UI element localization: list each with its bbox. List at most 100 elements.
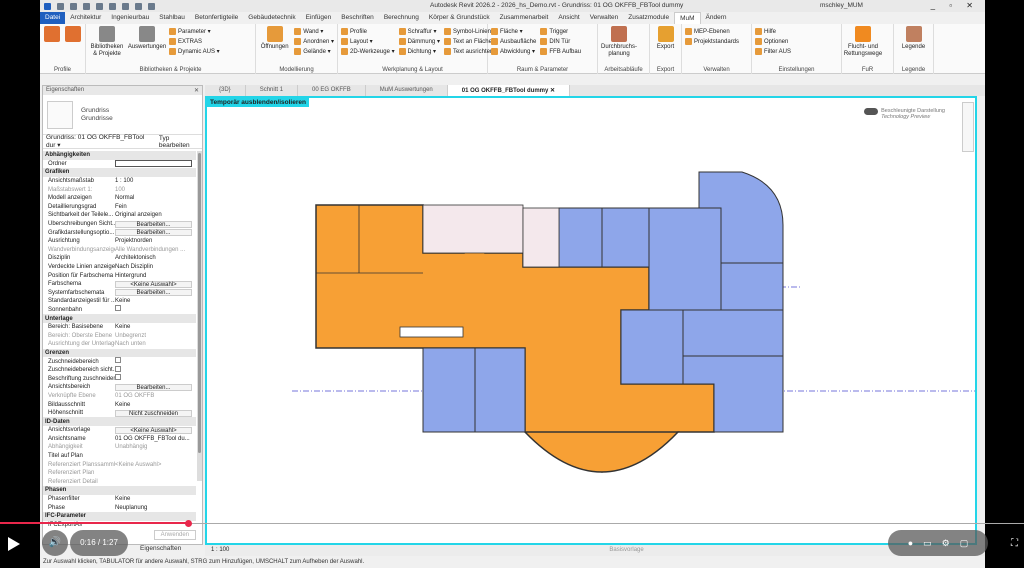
ribbon-tab[interactable]: Zusammenarbeit	[495, 12, 554, 24]
tool-button[interactable]: Dynamic AUS ▾	[169, 48, 220, 55]
ribbon-tab[interactable]: Beschriften	[336, 12, 379, 24]
property-value[interactable]: Bearbeiten...	[115, 289, 196, 297]
property-group-header[interactable]: Grafiken	[43, 168, 196, 177]
3d-view-icon[interactable]	[148, 2, 155, 10]
property-group-header[interactable]: Phasen	[43, 486, 196, 495]
property-checkbox[interactable]	[115, 357, 121, 364]
close-icon[interactable]: ✕	[194, 87, 199, 94]
property-value[interactable]: Keine	[115, 401, 196, 409]
tool-button[interactable]: Profile	[341, 28, 395, 35]
subtitles-icon[interactable]: ▭	[923, 538, 932, 549]
undo-icon[interactable]	[83, 2, 90, 10]
edit-type-button[interactable]: Typ bearbeiten	[159, 135, 199, 149]
ribbon-tab[interactable]: Einfügen	[301, 12, 337, 24]
property-value[interactable]	[115, 160, 192, 168]
property-group-header[interactable]: IFC-Parameter	[43, 511, 196, 521]
instance-filter[interactable]: Grundriss: 01 OG OKFFB_FBTool dur ▾	[46, 134, 153, 149]
property-group-header[interactable]: Abhängigkeiten	[43, 151, 196, 160]
tool-button[interactable]: Dämmung ▾	[398, 38, 440, 45]
property-value[interactable]: Normal	[115, 194, 196, 202]
tool-button[interactable]: Abwicklung ▾	[491, 48, 536, 55]
tool-button[interactable]: Trigger	[540, 28, 581, 35]
redo-icon[interactable]	[96, 2, 103, 10]
öffnungen-button[interactable]: Öffnungen	[259, 26, 290, 72]
tool-button[interactable]: 2D-Werkzeuge ▾	[341, 48, 395, 55]
bibliotheken-projekte-button[interactable]: Bibliotheken & Projekte	[89, 26, 125, 72]
open-icon[interactable]	[57, 2, 64, 10]
autoplay-toggle-icon[interactable]: ●	[908, 538, 913, 548]
print-icon[interactable]	[109, 2, 116, 10]
tool-button[interactable]: Layout ▾	[341, 38, 395, 45]
view-tab[interactable]: Schnitt 1	[246, 85, 299, 96]
tool-button[interactable]: DIN Tür	[540, 38, 581, 45]
tool-button[interactable]: Projektstandards	[685, 38, 739, 45]
ribbon-tab[interactable]: Ingenieurbau	[106, 12, 154, 24]
video-progress-bar[interactable]	[0, 520, 1024, 527]
property-checkbox[interactable]	[115, 305, 121, 312]
ribbon-tab[interactable]: Zusatzmodule	[623, 12, 674, 24]
property-checkbox[interactable]	[115, 365, 121, 372]
property-value[interactable]: Bearbeiten...	[115, 229, 196, 237]
view-tab[interactable]: MuM Auswertungen	[366, 85, 448, 96]
property-group-header[interactable]: Unterlage	[43, 314, 196, 323]
view-scale[interactable]: 1 : 100	[211, 547, 229, 553]
tool-button[interactable]: MEP-Ebenen	[685, 28, 739, 35]
property-value[interactable]: Architektonisch	[115, 254, 196, 262]
auswertungen-button[interactable]: Auswertungen	[128, 26, 166, 72]
property-value[interactable]: Keine	[115, 495, 196, 503]
ribbon-tab[interactable]: Architektur	[65, 12, 106, 24]
property-value[interactable]: Bearbeiten...	[115, 383, 196, 391]
property-value[interactable]: Nicht zuschneiden	[115, 409, 196, 417]
tab-properties[interactable]: Eigenschaften	[140, 545, 181, 552]
property-checkbox[interactable]	[115, 374, 121, 381]
save-icon[interactable]	[70, 2, 77, 10]
view-tab[interactable]: {3D}	[205, 85, 246, 96]
profile-button[interactable]	[43, 26, 61, 72]
property-value[interactable]: <Keine Auswahl>	[115, 426, 196, 434]
tool-button[interactable]: Wand ▾	[294, 28, 334, 35]
property-edit-button[interactable]: Bearbeiten...	[115, 383, 192, 391]
property-value[interactable]: Projektnorden	[115, 237, 196, 245]
view-template[interactable]: Basisvorlage	[609, 547, 643, 553]
ribbon-tab[interactable]: Betonfertigteile	[190, 12, 243, 24]
tool-button[interactable]: FFB Aufbau	[540, 48, 581, 55]
flucht-und-rettungswege-button[interactable]: Flucht- und Rettungswege	[844, 26, 882, 72]
property-edit-button[interactable]: Bearbeiten...	[115, 229, 192, 237]
property-group-header[interactable]: Grenzen	[43, 348, 196, 358]
ribbon-tab[interactable]: Ansicht	[553, 12, 584, 24]
ribbon-tab[interactable]: Gebäudetechnik	[243, 12, 300, 24]
apply-button[interactable]: Anwenden	[153, 530, 196, 540]
property-value[interactable]: Neuplanung	[115, 504, 196, 512]
drawing-canvas[interactable]: Temporär ausblenden/isolieren Beschleuni…	[205, 96, 977, 545]
property-value[interactable]: Fein	[115, 203, 196, 211]
tool-button[interactable]: Filter AUS	[755, 48, 791, 55]
property-value[interactable]	[115, 305, 196, 314]
property-edit-button[interactable]: <Keine Auswahl>	[115, 280, 192, 288]
ribbon-tab[interactable]: Körper & Grundstück	[424, 12, 495, 24]
tool-button[interactable]: Fläche ▾	[491, 28, 536, 35]
ribbon-tab[interactable]: Datei	[40, 12, 66, 24]
theater-mode-icon[interactable]: ▢	[960, 538, 969, 549]
property-value[interactable]: Hintergrund	[115, 272, 196, 280]
property-value[interactable]: <Keine Auswahl>	[115, 280, 196, 288]
property-edit-button[interactable]: <Keine Auswahl>	[115, 426, 192, 434]
tool-button[interactable]: Hilfe	[755, 28, 791, 35]
tool-button[interactable]: EXTRAS	[169, 38, 220, 45]
volume-icon[interactable]: 🔊	[42, 530, 68, 556]
window-controls[interactable]: _ ▫ ✕	[931, 1, 979, 10]
play-icon[interactable]	[8, 537, 20, 551]
tool-button[interactable]: Ausbaufläche	[491, 38, 536, 45]
fullscreen-icon[interactable]: ⛶	[1011, 538, 1018, 549]
view-tab[interactable]: 00 EG OKFFB	[298, 85, 366, 96]
export-button[interactable]: Export	[653, 26, 678, 72]
tool-button[interactable]: Schraffur ▾	[398, 28, 440, 35]
settings-gear-icon[interactable]: ⚙	[942, 538, 950, 549]
ribbon-tab[interactable]: MuM	[674, 12, 701, 24]
legende-button[interactable]: Legende	[897, 26, 930, 72]
ribbon-tab[interactable]: Berechnung	[379, 12, 424, 24]
properties-scrollbar[interactable]	[197, 151, 202, 481]
property-edit-button[interactable]: Nicht zuschneiden	[115, 409, 192, 417]
property-value[interactable]	[115, 374, 196, 383]
tool-button[interactable]: Optionen	[755, 38, 791, 45]
property-edit-button[interactable]: Bearbeiten...	[115, 220, 192, 228]
